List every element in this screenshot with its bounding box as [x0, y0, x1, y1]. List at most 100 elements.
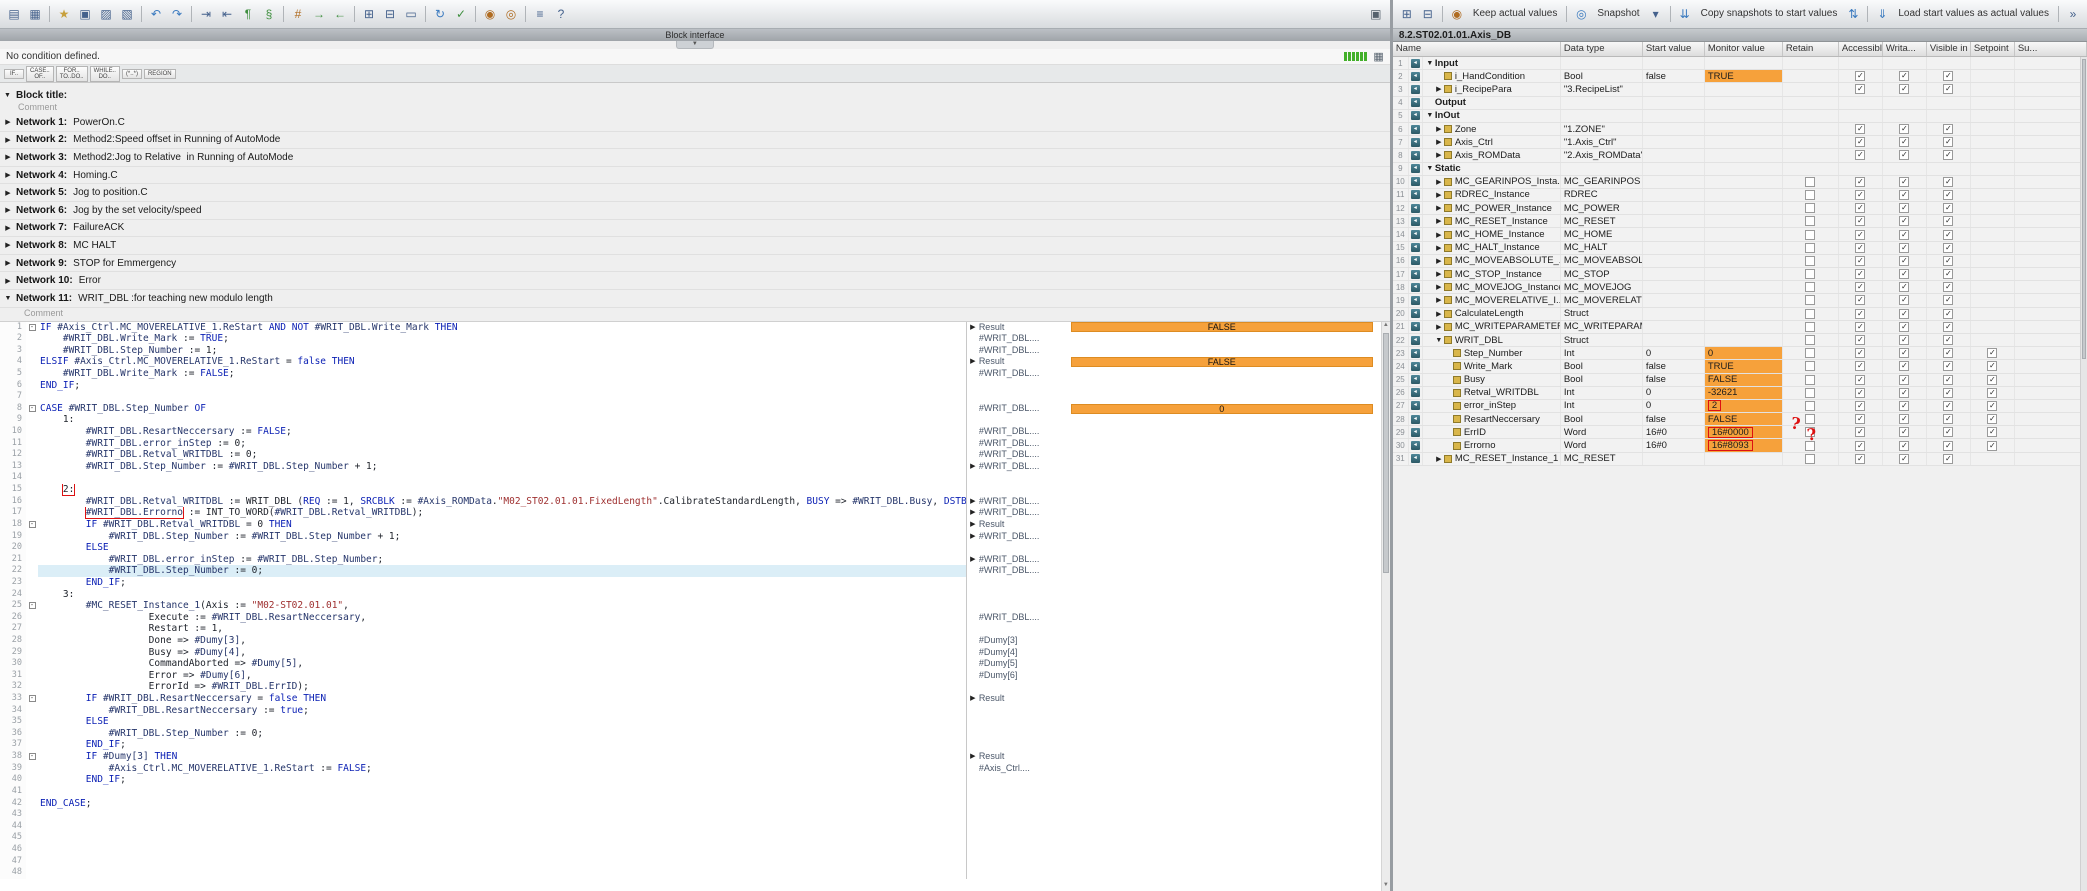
start-value-cell[interactable]	[1643, 149, 1705, 161]
checkbox-checked[interactable]: ✓	[1943, 454, 1953, 464]
column-header-su[interactable]: Su...	[2015, 42, 2087, 56]
checkbox-checked[interactable]: ✓	[1987, 441, 1997, 451]
code-text[interactable]: 2:	[38, 484, 966, 496]
db-row[interactable]: 7◂▶Axis_Ctrl"1.Axis_Ctrl"✓✓✓	[1393, 136, 2087, 149]
data-type-cell[interactable]: MC_RESET	[1561, 453, 1643, 465]
code-line[interactable]: 13 #WRIT_DBL.Step_Number := #WRIT_DBL.St…	[0, 461, 1381, 473]
checkbox-checked[interactable]: ✓	[1899, 348, 1909, 358]
checkbox-checked[interactable]: ✓	[1899, 84, 1909, 94]
network-header[interactable]: ▼Network 11:WRIT_DBL :for teaching new m…	[0, 290, 1390, 308]
code-line[interactable]: 42END_CASE;	[0, 798, 1381, 810]
data-type-cell[interactable]: Int	[1561, 400, 1643, 412]
data-type-cell[interactable]: MC_WRITEPARAME...	[1561, 321, 1643, 333]
keep-actual-values-icon[interactable]: ◉	[1447, 4, 1467, 24]
collapse-all-rows-icon[interactable]: ⊟	[1418, 4, 1438, 24]
code-line[interactable]: 11 #WRIT_DBL.error_inStep := 0;#WRIT_DBL…	[0, 438, 1381, 450]
network-header[interactable]: ▶Network 10:Error	[0, 272, 1390, 290]
checkbox-checked[interactable]: ✓	[1855, 124, 1865, 134]
block-interface-bar[interactable]: Block interface	[0, 29, 1390, 41]
checkbox-checked[interactable]: ✓	[1987, 401, 1997, 411]
code-line[interactable]: 15 2:	[0, 484, 1381, 496]
db-row[interactable]: 13◂▶MC_RESET_InstanceMC_RESET✓✓✓	[1393, 215, 2087, 228]
start-value-cell[interactable]: 16#0	[1643, 439, 1705, 451]
expand-network-icon[interactable]: ▶	[0, 118, 16, 126]
checkbox-checked[interactable]: ✓	[1943, 375, 1953, 385]
splitter-collapse-icon[interactable]: ▼	[676, 41, 714, 49]
collapse-network-icon[interactable]: ▼	[0, 295, 16, 302]
start-value-cell[interactable]	[1643, 268, 1705, 280]
checkbox-checked[interactable]: ✓	[1899, 124, 1909, 134]
snapshot-icon[interactable]: ◎	[1571, 4, 1591, 24]
expand-row-icon[interactable]: ▶	[1434, 296, 1444, 304]
code-line[interactable]: 44	[0, 821, 1381, 833]
code-line[interactable]: 19 #WRIT_DBL.Step_Number := #WRIT_DBL.St…	[0, 531, 1381, 543]
go-to-previous-icon[interactable]: ←	[330, 4, 350, 24]
data-type-cell[interactable]: "2.Axis_ROMData"	[1561, 149, 1643, 161]
fold-toggle-icon[interactable]: -	[26, 600, 38, 612]
checkbox-checked[interactable]: ✓	[1899, 295, 1909, 305]
db-row[interactable]: 23◂Step_NumberInt00✓✓✓✓	[1393, 347, 2087, 360]
code-line[interactable]: 35 ELSE	[0, 716, 1381, 728]
insert-case-snippet-icon[interactable]: ▨	[96, 4, 116, 24]
checkbox-empty[interactable]	[1805, 243, 1815, 253]
name-cell[interactable]: ▶MC_MOVEABSOLUTE_...	[1423, 255, 1561, 267]
column-header-monitor-value[interactable]: Monitor value	[1705, 42, 1783, 56]
checkbox-checked[interactable]: ✓	[1943, 124, 1953, 134]
code-text[interactable]	[38, 391, 966, 403]
code-text[interactable]: IF #WRIT_DBL.ResartNeccersary = false TH…	[38, 693, 966, 705]
code-line[interactable]: 9 1:	[0, 414, 1381, 426]
db-row[interactable]: 26◂Retval_WRITDBLInt0-32621✓✓✓✓	[1393, 387, 2087, 400]
start-value-cell[interactable]	[1643, 255, 1705, 267]
start-value-cell[interactable]: false	[1643, 374, 1705, 386]
checkbox-checked[interactable]: ✓	[1899, 335, 1909, 345]
favorites-icon[interactable]: ★	[54, 4, 74, 24]
checkbox-checked[interactable]: ✓	[1899, 282, 1909, 292]
code-line[interactable]: 40 END_IF;	[0, 774, 1381, 786]
checkbox-empty[interactable]	[1805, 388, 1815, 398]
expand-row-icon[interactable]: ▶	[1434, 85, 1444, 93]
start-value-cell[interactable]	[1643, 202, 1705, 214]
code-text[interactable]	[38, 786, 966, 798]
db-row[interactable]: 30◂ErrornoWord16#016#8093✓✓✓✓	[1393, 439, 2087, 452]
data-type-cell[interactable]: MC_MOVEABSOLUTE	[1561, 255, 1643, 267]
data-type-cell[interactable]	[1561, 163, 1643, 175]
scroll-up-icon[interactable]: ▲	[1382, 322, 1390, 331]
code-text[interactable]: ELSE	[38, 542, 966, 554]
data-type-cell[interactable]: Struct	[1561, 334, 1643, 346]
checkbox-checked[interactable]: ✓	[1855, 401, 1865, 411]
expand-network-icon[interactable]: ▶	[0, 241, 16, 249]
code-line[interactable]: 45	[0, 832, 1381, 844]
name-cell[interactable]: Output	[1423, 97, 1561, 109]
checkbox-checked[interactable]: ✓	[1899, 216, 1909, 226]
fold-toggle-icon[interactable]: -	[26, 403, 38, 415]
checkbox-empty[interactable]	[1805, 230, 1815, 240]
checkbox-checked[interactable]: ✓	[1899, 414, 1909, 424]
code-line[interactable]: 8-CASE #WRIT_DBL.Step_Number OF#WRIT_DBL…	[0, 403, 1381, 415]
name-cell[interactable]: ▶MC_MOVEJOG_Instance	[1423, 281, 1561, 293]
fold-toggle-icon[interactable]: -	[26, 322, 38, 334]
go-to-next-icon[interactable]: →	[309, 4, 329, 24]
code-lines[interactable]: 1-IF #Axis_Ctrl.MC_MOVERELATIVE_1.ReStar…	[0, 322, 1381, 891]
expand-monitor-icon[interactable]: ▶	[967, 507, 979, 519]
checkbox-checked[interactable]: ✓	[1987, 348, 1997, 358]
data-type-cell[interactable]: MC_POWER	[1561, 202, 1643, 214]
checkbox-checked[interactable]: ✓	[1943, 361, 1953, 371]
checkbox-checked[interactable]: ✓	[1899, 269, 1909, 279]
expand-row-icon[interactable]: ▶	[1434, 204, 1444, 212]
expand-row-icon[interactable]: ▶	[1434, 323, 1444, 331]
code-line[interactable]: 24 3:	[0, 589, 1381, 601]
network-header[interactable]: ▶Network 3:Method2:Jog to Relative in Ru…	[0, 149, 1390, 167]
code-line[interactable]: 7	[0, 391, 1381, 403]
checkbox-empty[interactable]	[1805, 375, 1815, 385]
start-value-cell[interactable]	[1643, 57, 1705, 69]
expand-row-icon[interactable]: ▶	[1434, 125, 1444, 133]
name-cell[interactable]: ▶MC_HOME_Instance	[1423, 228, 1561, 240]
data-type-cell[interactable]: Struct	[1561, 308, 1643, 320]
db-row[interactable]: 25◂BusyBoolfalseFALSE✓✓✓✓	[1393, 374, 2087, 387]
data-type-cell[interactable]: "1.Axis_Ctrl"	[1561, 136, 1643, 148]
checkbox-checked[interactable]: ✓	[1899, 454, 1909, 464]
code-line[interactable]: 6END_IF;	[0, 380, 1381, 392]
code-line[interactable]: 43	[0, 809, 1381, 821]
code-line[interactable]: 25- #MC_RESET_Instance_1(Axis := "M02-ST…	[0, 600, 1381, 612]
code-text[interactable]: END_CASE;	[38, 798, 966, 810]
